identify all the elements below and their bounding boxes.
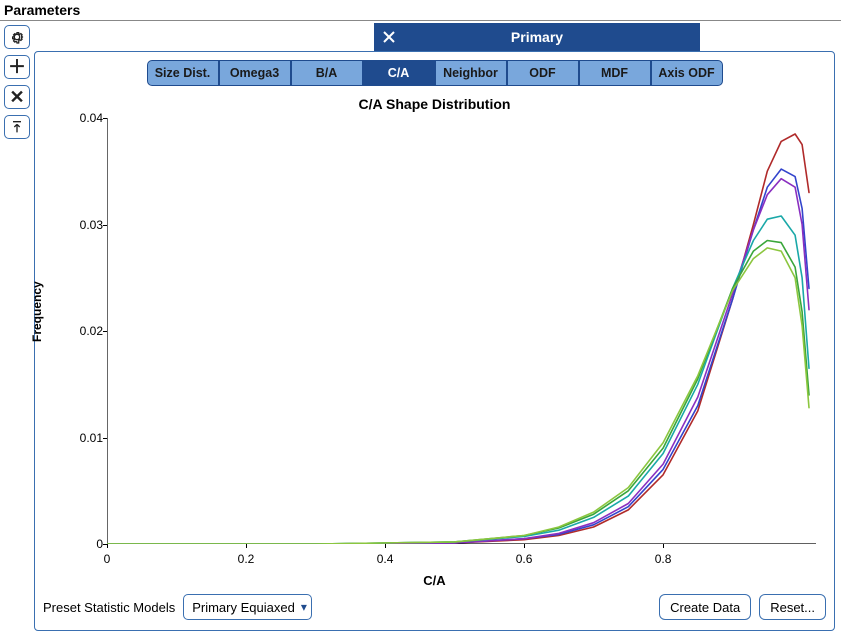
tab-ca[interactable]: C/A	[363, 60, 435, 86]
x-tick-label: 0.8	[643, 552, 683, 566]
close-icon: ✕	[9, 88, 24, 106]
tab-neighbor[interactable]: Neighbor	[435, 60, 507, 86]
reset-button[interactable]: Reset...	[759, 594, 826, 620]
tab-ba[interactable]: B/A	[291, 60, 363, 86]
upload-button[interactable]	[4, 115, 30, 139]
chart-xlabel: C/A	[43, 573, 826, 588]
close-icon	[382, 30, 396, 44]
x-tick-label: 0.6	[504, 552, 544, 566]
tab-mdf[interactable]: MDF	[579, 60, 651, 86]
plus-icon: ＋	[8, 58, 26, 76]
y-tick-label: 0.02	[59, 324, 103, 338]
y-tick-label: 0.03	[59, 218, 103, 232]
sub-tab-strip: Size Dist. Omega3 B/A C/A Neighbor ODF M…	[147, 60, 723, 88]
gear-icon	[9, 29, 25, 45]
chart-title: C/A Shape Distribution	[43, 94, 826, 112]
create-data-button[interactable]: Create Data	[659, 594, 751, 620]
tab-axis-odf[interactable]: Axis ODF	[651, 60, 723, 86]
preset-label: Preset Statistic Models	[43, 600, 175, 615]
panel-header: Parameters	[0, 0, 841, 21]
tab-odf[interactable]: ODF	[507, 60, 579, 86]
chart-ylabel: Frequency	[30, 326, 44, 342]
preset-model-select[interactable]: Primary Equiaxed ▾	[183, 594, 312, 620]
chart-area: C/A Shape Distribution Frequency 00.010.…	[43, 94, 826, 590]
primary-tab-label: Primary	[404, 29, 700, 45]
chevron-down-icon: ▾	[301, 600, 307, 614]
preset-model-value: Primary Equiaxed	[192, 600, 295, 615]
side-toolbar: ＋ ✕	[0, 21, 34, 635]
content-frame: Size Dist. Omega3 B/A C/A Neighbor ODF M…	[34, 51, 835, 631]
y-tick-label: 0	[59, 537, 103, 551]
x-tick-label: 0.4	[365, 552, 405, 566]
x-tick-label: 0.2	[226, 552, 266, 566]
primary-tab-close[interactable]	[374, 23, 404, 51]
plot-box: 00.010.020.030.0400.20.40.60.8	[107, 118, 816, 544]
arrow-up-bar-icon	[9, 119, 25, 135]
y-tick-label: 0.04	[59, 111, 103, 125]
footer-bar: Preset Statistic Models Primary Equiaxed…	[35, 590, 834, 630]
tab-omega3[interactable]: Omega3	[219, 60, 291, 86]
plot-svg	[107, 118, 816, 544]
remove-button[interactable]: ✕	[4, 85, 30, 109]
main-area: Primary Size Dist. Omega3 B/A C/A Neighb…	[34, 21, 841, 635]
panel-title: Parameters	[4, 2, 80, 18]
primary-tab[interactable]: Primary	[374, 23, 700, 51]
x-tick-label: 0	[87, 552, 127, 566]
y-tick-label: 0.01	[59, 431, 103, 445]
body-row: ＋ ✕ Primary Size Dist. Omega3 B/A C/A Ne…	[0, 21, 841, 635]
add-button[interactable]: ＋	[4, 55, 30, 79]
settings-button[interactable]	[4, 25, 30, 49]
tab-size-dist[interactable]: Size Dist.	[147, 60, 219, 86]
